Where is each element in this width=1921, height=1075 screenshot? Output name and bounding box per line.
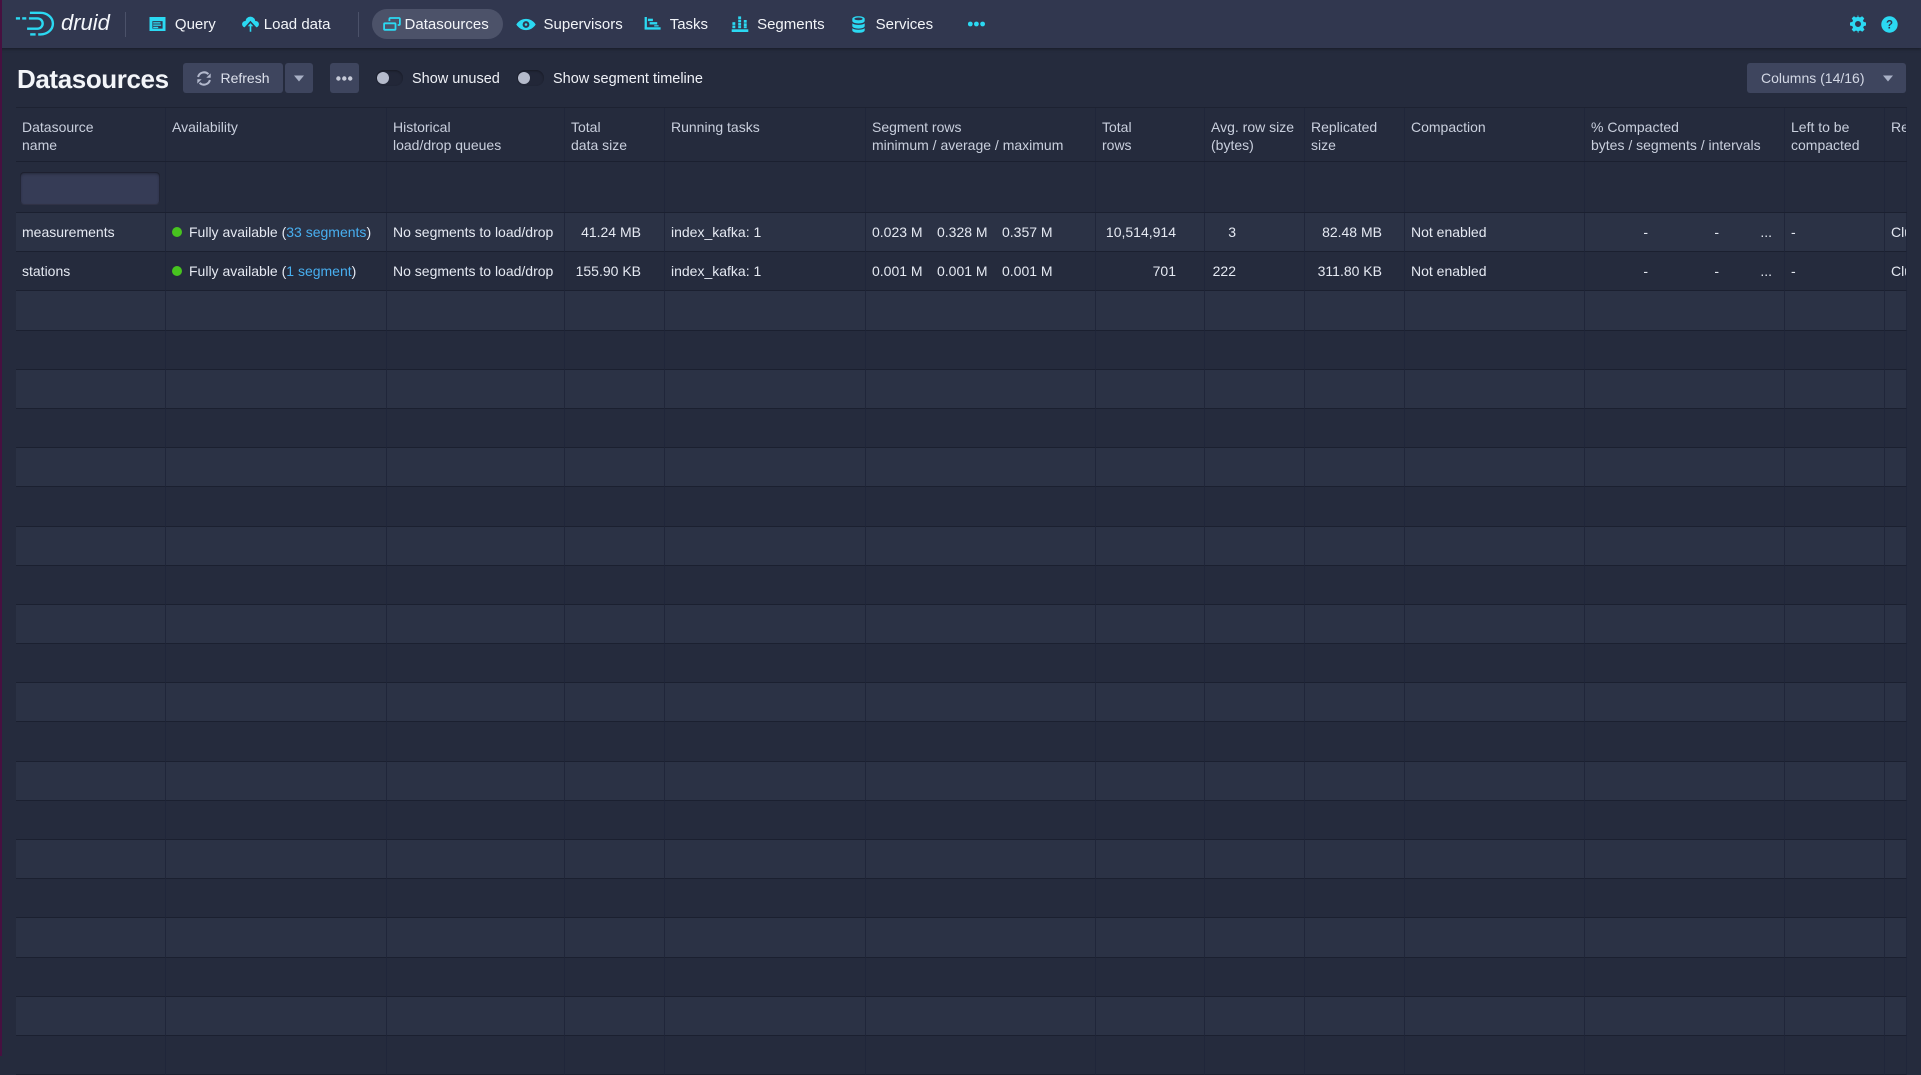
svg-text:?: ? [1886, 19, 1893, 31]
